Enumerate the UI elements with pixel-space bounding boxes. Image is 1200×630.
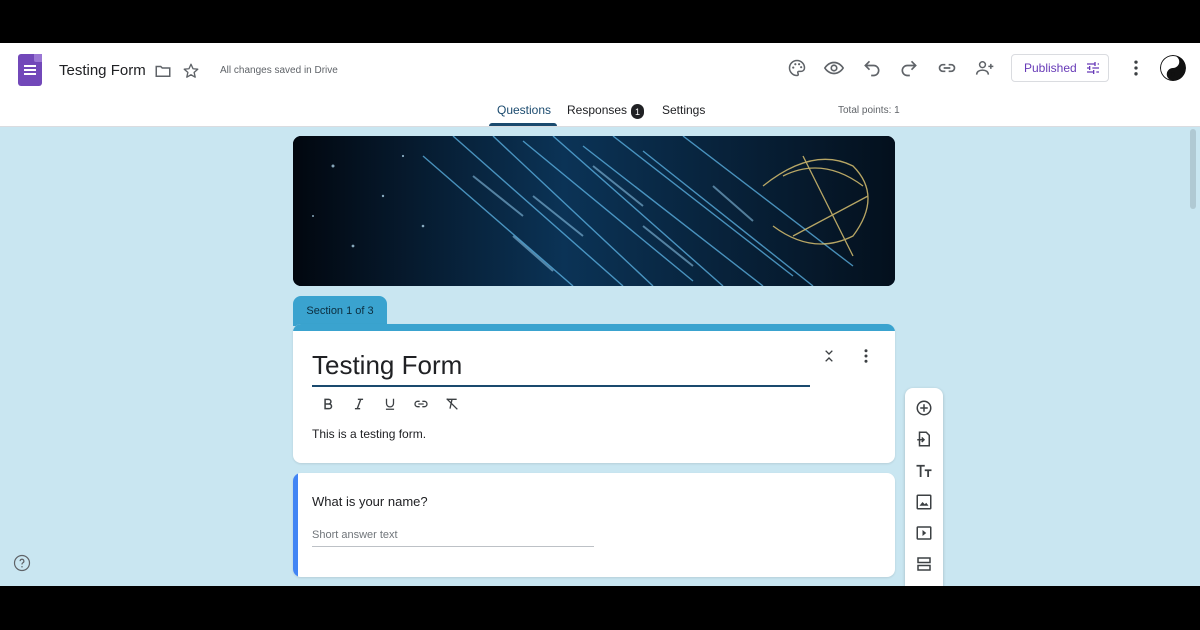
form-title-card[interactable]: Testing Form This is a testing form. [293, 324, 895, 463]
add-section-icon[interactable] [912, 552, 936, 576]
section-label: Section 1 of 3 [293, 296, 387, 326]
clear-format-icon[interactable] [442, 394, 462, 414]
save-status: All changes saved in Drive [220, 65, 338, 76]
publish-settings-icon [1086, 62, 1099, 74]
underline-icon[interactable] [380, 394, 400, 414]
published-label: Published [1024, 61, 1077, 75]
form-title[interactable]: Testing Form [312, 350, 462, 381]
app-header: Testing Form All changes saved in Drive … [0, 43, 1200, 127]
more-vert-icon[interactable] [1124, 56, 1148, 80]
link-icon[interactable] [411, 394, 431, 414]
total-points: Total points: 1 [838, 105, 900, 116]
tab-responses[interactable]: Responses [567, 103, 627, 117]
add-collaborator-icon[interactable] [973, 56, 997, 80]
forms-logo[interactable] [18, 54, 42, 86]
undo-icon[interactable] [860, 56, 884, 80]
folder-icon[interactable] [151, 59, 175, 83]
published-button[interactable]: Published [1011, 54, 1109, 82]
tab-settings[interactable]: Settings [662, 103, 705, 117]
question-title[interactable]: What is your name? [312, 494, 428, 509]
avatar[interactable] [1160, 55, 1186, 81]
add-title-icon[interactable] [912, 459, 936, 483]
italic-icon[interactable] [349, 394, 369, 414]
help-icon[interactable] [13, 554, 31, 572]
tab-questions[interactable]: Questions [497, 103, 551, 117]
short-answer-underline [312, 546, 594, 547]
add-question-icon[interactable] [912, 396, 936, 420]
logo-line [24, 69, 36, 71]
form-description[interactable]: This is a testing form. [312, 427, 426, 441]
redo-icon[interactable] [897, 56, 921, 80]
header-image[interactable] [293, 136, 895, 286]
forms-editor: Testing Form All changes saved in Drive … [0, 43, 1200, 586]
responses-count-badge: 1 [631, 104, 644, 119]
letterbox-top [0, 0, 1200, 43]
active-tab-indicator [489, 123, 557, 126]
import-questions-icon[interactable] [912, 427, 936, 451]
question-focus-bar [293, 473, 298, 577]
logo-line [24, 73, 36, 75]
question-card[interactable]: What is your name? Short answer text [293, 473, 895, 577]
star-icon[interactable] [179, 59, 203, 83]
add-image-icon[interactable] [912, 490, 936, 514]
bold-icon[interactable] [318, 394, 338, 414]
link-icon[interactable] [935, 56, 959, 80]
question-toolbar [905, 388, 943, 586]
add-video-icon[interactable] [912, 521, 936, 545]
short-answer-field: Short answer text [312, 529, 398, 541]
title-input-underline [312, 385, 810, 387]
page-scrollbar[interactable] [1190, 129, 1196, 209]
logo-line [24, 65, 36, 67]
card-accent-bar [293, 324, 895, 331]
collapse-section-icon[interactable] [817, 344, 841, 368]
document-title[interactable]: Testing Form [59, 62, 146, 79]
preview-eye-icon[interactable] [822, 56, 846, 80]
letterbox-bottom [0, 586, 1200, 630]
palette-icon[interactable] [785, 56, 809, 80]
section-more-icon[interactable] [854, 344, 878, 368]
